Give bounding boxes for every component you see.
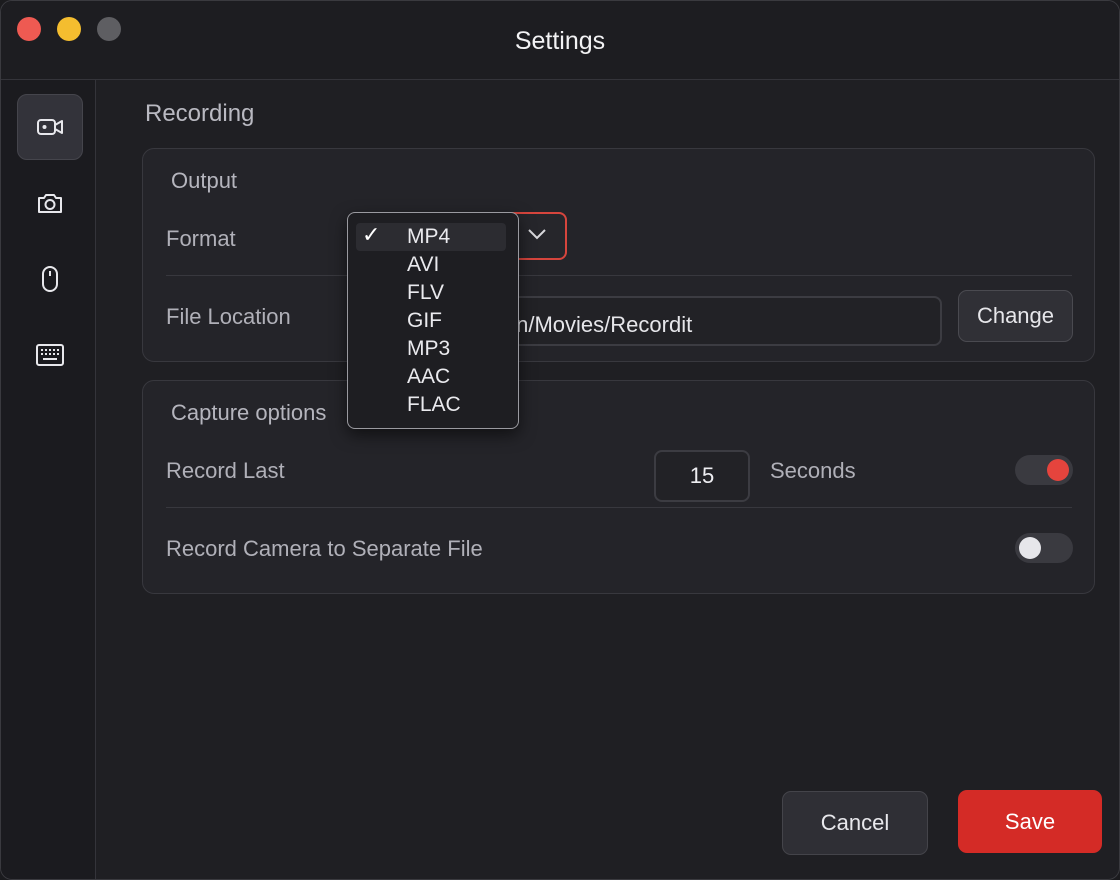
capture-options-card: Capture options Record Last 15 Seconds R… (142, 380, 1095, 594)
format-option-mp4[interactable]: ✓ MP4 (356, 222, 506, 251)
sidebar-item-keyboard[interactable] (17, 322, 83, 388)
title-bar: Settings (1, 1, 1119, 80)
format-option-avi[interactable]: AVI (356, 251, 506, 279)
cancel-button[interactable]: Cancel (782, 791, 928, 855)
section-title: Recording (145, 100, 255, 127)
format-dropdown-menu: ✓ MP4 AVI FLV GIF MP3 AAC FLAC (347, 212, 519, 429)
toggle-knob (1019, 537, 1041, 559)
save-button[interactable]: Save (958, 790, 1102, 853)
settings-window: Settings Recording Output Format File Lo… (0, 0, 1120, 880)
format-option-flv[interactable]: FLV (356, 279, 506, 307)
camera-icon (38, 194, 62, 213)
sidebar (1, 80, 96, 879)
sidebar-item-screenshot[interactable] (17, 170, 83, 236)
chevron-down-icon (528, 229, 546, 240)
format-option-aac[interactable]: AAC (356, 363, 506, 391)
toggle-knob (1047, 459, 1069, 481)
sidebar-item-recording[interactable] (17, 94, 83, 160)
sidebar-item-mouse[interactable] (17, 246, 83, 312)
format-label: Format (166, 226, 236, 251)
output-card: Output Format File Location lan/Movies/R… (142, 148, 1095, 362)
change-location-button[interactable]: Change (958, 290, 1073, 342)
keyboard-icon (36, 344, 64, 366)
video-camera-icon (37, 119, 63, 135)
output-title: Output (171, 168, 238, 193)
capture-options-title: Capture options (171, 400, 327, 425)
record-camera-toggle[interactable] (1015, 533, 1073, 563)
capture-divider (166, 507, 1072, 508)
seconds-label: Seconds (770, 458, 856, 483)
window-title: Settings (514, 27, 606, 55)
format-option-mp3[interactable]: MP3 (356, 335, 506, 363)
format-option-flac[interactable]: FLAC (356, 391, 506, 419)
record-last-label: Record Last (166, 458, 285, 483)
record-last-toggle[interactable] (1015, 455, 1073, 485)
main-content: Recording Output Format File Location la… (96, 80, 1119, 879)
output-divider (166, 275, 1072, 276)
file-location-field[interactable]: lan/Movies/Recordit (479, 296, 942, 346)
format-option-gif[interactable]: GIF (356, 307, 506, 335)
file-location-label: File Location (166, 304, 291, 329)
mouse-icon (42, 266, 58, 292)
checkmark-icon: ✓ (362, 222, 381, 247)
record-last-seconds-input[interactable]: 15 (654, 450, 750, 502)
record-camera-label: Record Camera to Separate File (166, 536, 483, 561)
